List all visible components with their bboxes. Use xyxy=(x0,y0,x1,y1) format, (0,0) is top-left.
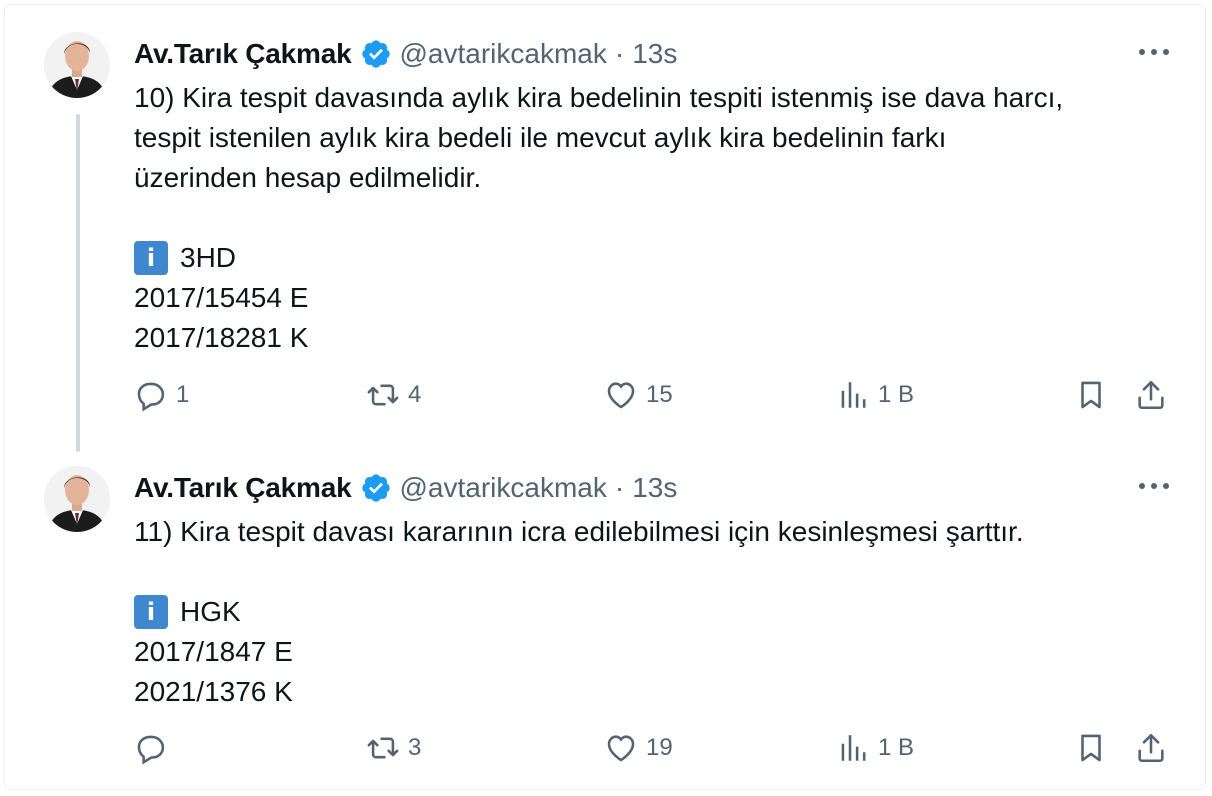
verified-badge-icon[interactable] xyxy=(360,38,392,70)
more-options-icon[interactable] xyxy=(1136,474,1172,498)
verified-badge-icon[interactable] xyxy=(360,472,392,504)
retweet-button[interactable]: 4 xyxy=(366,373,421,417)
separator-dot: · xyxy=(614,38,625,69)
heart-icon xyxy=(607,382,635,409)
tweet-text: 11) Kira tespit davası kararının icra ed… xyxy=(134,512,1174,712)
reply-button[interactable]: 1 xyxy=(134,373,189,417)
tweet-text-line: tespit istenilen aylık kira bedeli ile m… xyxy=(134,122,947,153)
tweet[interactable]: Av.Tarık Çakmak @avtarikcakmak · 13s 11)… xyxy=(0,444,1212,790)
share-button[interactable] xyxy=(1134,726,1168,770)
tweet-header: Av.Tarık Çakmak @avtarikcakmak · 13s xyxy=(134,464,1174,512)
author-handle[interactable]: @avtarikcakmak xyxy=(400,472,607,504)
share-icon xyxy=(1138,733,1164,763)
bookmark-icon xyxy=(1081,381,1101,409)
retweet-icon xyxy=(367,384,399,406)
view-count: 1 B xyxy=(878,381,915,408)
author-handle[interactable]: @avtarikcakmak xyxy=(400,38,607,70)
tweet-text-line: 10) Kira tespit davasında aylık kira bed… xyxy=(134,82,1064,113)
like-button[interactable]: 15 xyxy=(604,373,673,417)
reply-icon xyxy=(137,382,165,412)
more-options-icon[interactable] xyxy=(1136,40,1172,64)
information-icon: i xyxy=(134,595,168,629)
author-name[interactable]: Av.Tarık Çakmak xyxy=(134,38,352,70)
views-button[interactable]: 1 B xyxy=(836,373,914,417)
share-button[interactable] xyxy=(1134,373,1168,417)
avatar[interactable] xyxy=(44,466,110,532)
court-name: HGK xyxy=(180,596,241,627)
information-icon: i xyxy=(134,241,168,275)
analytics-icon xyxy=(841,735,866,761)
retweet-count: 4 xyxy=(408,381,422,408)
esas-number: 2017/1847 E xyxy=(134,636,293,667)
analytics-icon xyxy=(841,382,866,408)
bookmark-button[interactable] xyxy=(1074,373,1108,417)
esas-number: 2017/15454 E xyxy=(134,282,309,313)
timestamp[interactable]: 13s xyxy=(632,38,677,70)
bookmark-icon xyxy=(1081,734,1101,762)
karar-number: 2021/1376 K xyxy=(134,676,293,707)
retweet-count: 3 xyxy=(408,734,422,761)
tweet-text-line: üzerinden hesap edilmelidir. xyxy=(134,162,482,193)
heart-icon xyxy=(607,735,635,762)
views-button[interactable]: 1 B xyxy=(836,726,914,770)
court-name: 3HD xyxy=(180,242,237,273)
action-bar: 3 19 1 B xyxy=(134,726,1174,770)
tweet-header: Av.Tarık Çakmak @avtarikcakmak · 13s xyxy=(134,30,1174,78)
bookmark-button[interactable] xyxy=(1074,726,1108,770)
retweet-icon xyxy=(367,737,399,759)
action-bar: 1 4 15 1 B xyxy=(134,373,1174,417)
separator-dot: · xyxy=(614,472,625,503)
share-icon xyxy=(1138,380,1164,410)
tweet[interactable]: Av.Tarık Çakmak @avtarikcakmak · 13s 10)… xyxy=(0,10,1212,442)
retweet-button[interactable]: 3 xyxy=(366,726,421,770)
like-count: 15 xyxy=(646,381,673,408)
like-count: 19 xyxy=(646,734,673,761)
avatar[interactable] xyxy=(44,32,110,98)
timestamp[interactable]: 13s xyxy=(632,472,677,504)
reply-count: 1 xyxy=(176,381,190,408)
like-button[interactable]: 19 xyxy=(604,726,673,770)
view-count: 1 B xyxy=(878,734,915,761)
reply-button[interactable] xyxy=(134,726,176,770)
tweet-text: 10) Kira tespit davasında aylık kira bed… xyxy=(134,78,1174,358)
reply-icon xyxy=(137,735,165,765)
karar-number: 2017/18281 K xyxy=(134,322,309,353)
tweet-text-line: 11) Kira tespit davası kararının icra ed… xyxy=(134,516,1024,547)
author-name[interactable]: Av.Tarık Çakmak xyxy=(134,472,352,504)
